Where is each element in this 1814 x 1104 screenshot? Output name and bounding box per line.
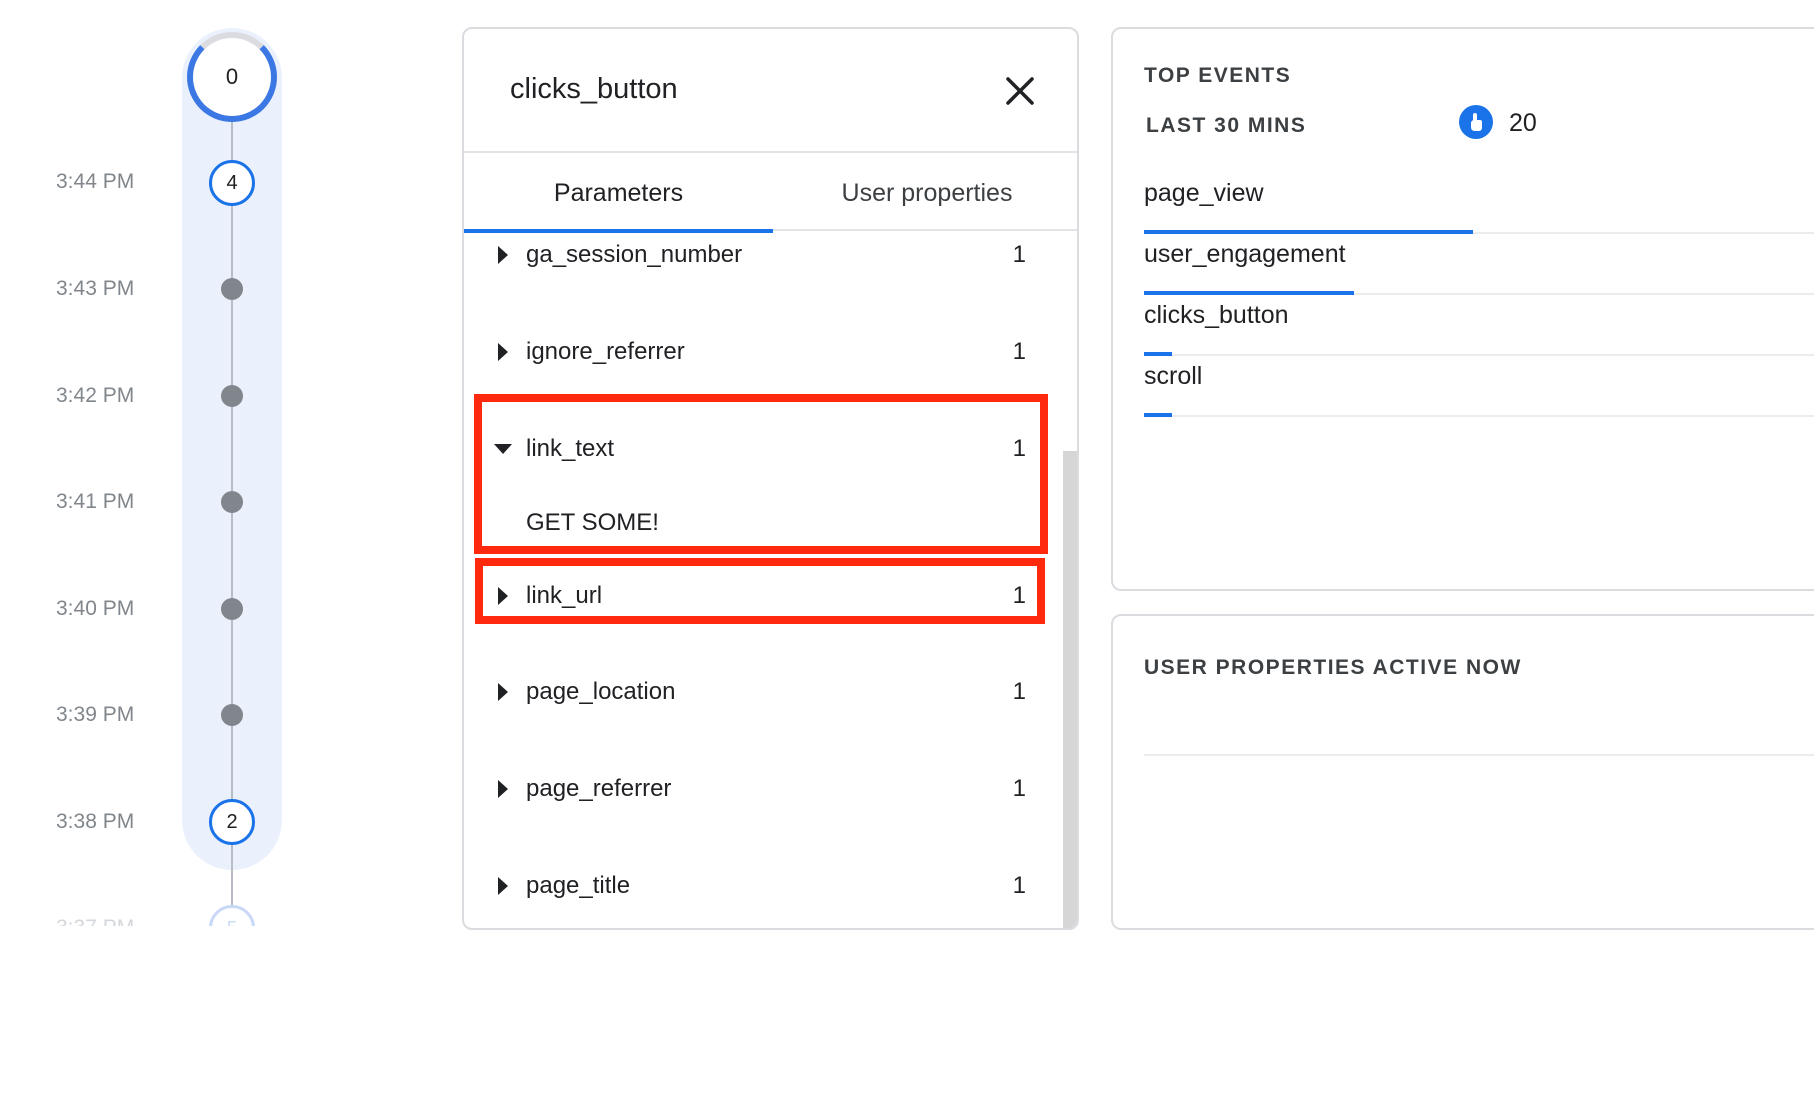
time-label: 3:38 PM [56, 810, 135, 833]
time-label: 3:43 PM [56, 277, 135, 300]
timeline-count-node[interactable]: 2 [209, 799, 255, 845]
expand-arrow-icon [498, 343, 508, 361]
timeline: 0 3:44 PM 4 3:43 PM 3:42 PM 3:41 PM 3:40… [0, 0, 420, 1104]
parameter-value: GET SOME! [526, 509, 659, 536]
event-name: page_view [1144, 179, 1264, 207]
expand-arrow-icon [498, 246, 508, 264]
parameter-row-expanded[interactable]: link_text 1 GET SOME! [464, 423, 1064, 547]
timeline-count-node[interactable]: 4 [209, 160, 255, 206]
close-icon [1006, 77, 1034, 105]
time-label: 3:44 PM [56, 170, 135, 193]
detail-tabs: Parameters User properties [464, 155, 1077, 233]
parameter-name: page_referrer [526, 775, 672, 802]
timeline-node-count: 2 [226, 810, 238, 833]
event-total-count: 20 [1509, 109, 1537, 137]
parameter-count: 1 [1012, 241, 1026, 268]
tab-parameters[interactable]: Parameters [464, 155, 773, 233]
parameter-count: 1 [1012, 872, 1026, 899]
user-properties-heading: USER PROPERTIES ACTIVE NOW [1144, 656, 1522, 679]
time-range-label: LAST 30 MINS [1146, 114, 1307, 137]
timeline-dot[interactable] [221, 385, 243, 407]
collapse-arrow-icon [494, 444, 512, 454]
current-minute-node[interactable]: 0 [187, 32, 277, 122]
parameter-count: 1 [1012, 678, 1026, 705]
parameter-row[interactable]: page_title 1 [464, 860, 1064, 920]
time-label: 3:42 PM [56, 384, 135, 407]
event-name: scroll [1144, 362, 1203, 390]
parameters-list: ga_session_number 1 ignore_referrer 1 li… [464, 233, 1064, 928]
event-row[interactable]: clicks_button [1144, 295, 1814, 356]
parameter-row[interactable]: ignore_referrer 1 [464, 326, 1064, 386]
event-name: clicks_button [1144, 301, 1289, 329]
tab-label: User properties [841, 178, 1013, 207]
touch-icon [1459, 105, 1493, 139]
event-row[interactable]: scroll [1144, 356, 1814, 417]
parameter-name: page_title [526, 872, 631, 899]
time-label: 3:39 PM [56, 703, 135, 726]
top-events-heading: TOP EVENTS [1144, 64, 1292, 87]
event-name: user_engagement [1144, 240, 1346, 268]
timeline-node-count: 4 [226, 171, 238, 194]
divider [1144, 754, 1814, 756]
event-row[interactable]: page_view [1144, 173, 1814, 234]
scrollbar-thumb[interactable] [1063, 451, 1077, 928]
timeline-dot[interactable] [221, 278, 243, 300]
expand-arrow-icon [498, 683, 508, 701]
event-row[interactable]: user_engagement [1144, 234, 1814, 295]
parameter-row[interactable]: link_url 1 [464, 570, 1064, 630]
parameter-row[interactable]: page_referrer 1 [464, 763, 1064, 823]
time-label: 3:41 PM [56, 490, 135, 513]
parameter-name: link_text [526, 435, 615, 462]
parameter-count: 1 [1012, 775, 1026, 802]
timeline-dot[interactable] [221, 704, 243, 726]
parameter-name: link_url [526, 582, 603, 609]
expand-arrow-icon [498, 877, 508, 895]
top-events-card: TOP EVENTS LAST 30 MINS 20 page_view use… [1111, 27, 1814, 591]
parameter-name: ga_session_number [526, 241, 743, 268]
event-detail-header: clicks_button [464, 29, 1077, 153]
parameter-row[interactable]: page_location 1 [464, 666, 1064, 726]
time-label: 3:40 PM [56, 597, 135, 620]
parameter-row[interactable]: ga_session_number 1 [464, 233, 1064, 289]
close-button[interactable] [1000, 71, 1040, 111]
user-properties-card: USER PROPERTIES ACTIVE NOW [1111, 614, 1814, 930]
event-detail-card: clicks_button Parameters User properties… [462, 27, 1079, 930]
event-title: clicks_button [510, 73, 678, 105]
timeline-dot[interactable] [221, 491, 243, 513]
parameter-count: 1 [1012, 338, 1026, 365]
parameter-count: 1 [1012, 435, 1026, 462]
timeline-dot[interactable] [221, 598, 243, 620]
parameter-name: page_location [526, 678, 676, 705]
expand-arrow-icon [498, 587, 508, 605]
tab-label: Parameters [553, 178, 684, 207]
parameter-name: ignore_referrer [526, 338, 685, 365]
parameter-count: 1 [1012, 582, 1026, 609]
timeline-clip [0, 926, 420, 1104]
tab-user-properties[interactable]: User properties [773, 155, 1077, 231]
expand-arrow-icon [498, 780, 508, 798]
current-minute-count: 0 [225, 64, 239, 89]
event-share-bar [1144, 413, 1172, 417]
